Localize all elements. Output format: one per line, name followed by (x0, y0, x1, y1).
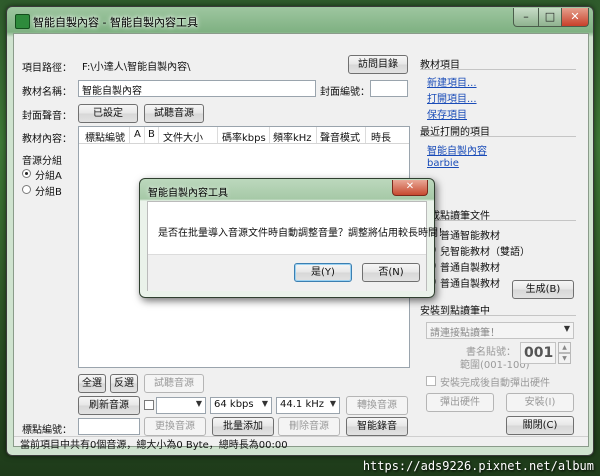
pen-device-combo[interactable]: 請連接點讀筆！ ▼ (426, 322, 574, 339)
bitrate-value: 64 kbps (214, 399, 254, 410)
book-number-input[interactable]: 001 (520, 342, 556, 364)
auto-eject-label: 安裝完成後自動彈出硬件 (440, 378, 550, 389)
audio-group-box: 音源分組 分組A 分組B (20, 152, 72, 204)
textbook-content-label: 教材內容： (22, 134, 72, 145)
cover-number-input[interactable] (370, 80, 408, 97)
dialog-title: 智能自製內容工具 (148, 188, 228, 199)
convert-audio-button[interactable]: 轉換音源 (346, 396, 408, 415)
textbook-name-label: 教材名稱： (22, 87, 72, 98)
column-file-size[interactable]: 文件大小 (163, 129, 203, 144)
generate-button[interactable]: 生成(B) (512, 280, 574, 299)
select-all-button[interactable]: 全選 (78, 374, 106, 393)
column-a[interactable]: A (134, 129, 141, 140)
delete-audio-button[interactable]: 刪除音源 (278, 417, 340, 436)
frequency-value: 44.1 kHz (280, 399, 325, 410)
test-audio-button[interactable]: 試聽音源 (144, 374, 204, 393)
column-b[interactable]: B (148, 129, 155, 140)
group-a-label: 分組A (35, 171, 62, 182)
watermark-text: https://ads9226.pixnet.net/album (362, 459, 594, 473)
open-project-link[interactable]: 打開項目... (427, 90, 477, 105)
app-icon (15, 14, 30, 29)
mark-number-input[interactable] (78, 418, 140, 435)
recent-project-2[interactable]: barbie (427, 158, 459, 169)
eject-hardware-button[interactable]: 彈出硬件 (426, 393, 494, 412)
book-number-up[interactable]: ▲ (558, 342, 571, 353)
textbook-name-input[interactable]: 智能自製內容 (78, 80, 316, 97)
cover-audio-set-button[interactable]: 已設定 (78, 104, 138, 123)
batch-add-button[interactable]: 批量添加 (212, 417, 274, 436)
project-path-value: F:\小達人\智能自製內容\ (78, 56, 348, 73)
audio-checkbox[interactable] (144, 400, 154, 410)
column-duration[interactable]: 時長 (371, 129, 391, 144)
dialog-message: 是否在批量導入音源文件時自動調整音量？調整將佔用較長時間！ (158, 228, 448, 239)
cover-audio-test-button[interactable]: 試聽音源 (144, 104, 204, 123)
mark-number-label: 標點編號： (22, 425, 72, 436)
maximize-button[interactable]: □ (538, 8, 562, 27)
title-bar[interactable]: 智能自製內容 - 智能自製內容工具 – □ ✕ (7, 7, 593, 35)
generate-option-1: 普通智能教材 (440, 231, 500, 242)
audio-group-title: 音源分組 (22, 156, 62, 167)
auto-eject-checkbox[interactable] (426, 376, 436, 386)
group-a-radio[interactable] (22, 169, 31, 178)
visit-directory-button[interactable]: 訪問目錄 (348, 55, 408, 74)
minimize-button[interactable]: – (513, 8, 539, 27)
close-button[interactable]: 關閉(C) (506, 416, 574, 435)
confirm-dialog: 智能自製內容工具 ✕ 是否在批量導入音源文件時自動調整音量？調整將佔用較長時間！… (139, 178, 448, 298)
generate-option-4: 普通自製教材 (440, 279, 500, 290)
dialog-close-button[interactable]: ✕ (392, 180, 428, 196)
dialog-no-button[interactable]: 否(N) (362, 263, 420, 282)
book-number-down[interactable]: ▼ (558, 353, 571, 364)
project-path-label: 項目路徑： (22, 63, 72, 74)
status-bar: 當前項目中共有0個音源，總大小為0 Byte，總時長為00:00 (14, 436, 588, 454)
window-title: 智能自製內容 - 智能自製內容工具 (33, 16, 198, 29)
column-frequency[interactable]: 頻率kHz (273, 129, 312, 144)
dialog-footer: 是(Y) 否(N) (148, 254, 426, 291)
recent-project-1[interactable]: 智能自製內容 (427, 142, 487, 157)
column-mark-number[interactable]: 標點編號 (85, 129, 125, 144)
refresh-audio-button[interactable]: 刷新音源 (78, 396, 140, 415)
group-b-label: 分組B (35, 187, 62, 198)
dialog-yes-button[interactable]: 是(Y) (294, 263, 352, 282)
list-header: 標點編號 A B 文件大小 碼率kbps 頻率kHz 聲音模式 時長 (79, 127, 409, 144)
smart-record-button[interactable]: 智能錄音 (346, 417, 408, 436)
close-window-button[interactable]: ✕ (561, 8, 589, 27)
install-button[interactable]: 安裝(I) (506, 393, 574, 412)
bitrate-combo[interactable]: 64 kbps ▼ (210, 397, 272, 414)
new-project-link[interactable]: 新建項目... (427, 74, 477, 89)
generate-option-3: 普通自製教材 (440, 263, 500, 274)
column-bitrate[interactable]: 碼率kbps (222, 129, 266, 144)
generate-option-2: 兒智能教材（雙語） (440, 247, 530, 258)
replace-audio-button[interactable]: 更換音源 (144, 417, 206, 436)
pen-device-placeholder: 請連接點讀筆！ (430, 328, 500, 339)
cover-number-label: 封面編號： (320, 87, 370, 98)
cover-audio-label: 封面聲音： (22, 111, 72, 122)
invert-selection-button[interactable]: 反選 (110, 374, 138, 393)
save-project-link[interactable]: 保存項目 (427, 106, 467, 121)
column-sound-mode[interactable]: 聲音模式 (320, 129, 360, 144)
dialog-body: 是否在批量導入音源文件時自動調整音量？調整將佔用較長時間！ 是(Y) 否(N) (147, 201, 448, 291)
audio-option-combo[interactable]: ▼ (156, 397, 206, 414)
group-b-radio[interactable] (22, 185, 31, 194)
frequency-combo[interactable]: 44.1 kHz ▼ (276, 397, 340, 414)
